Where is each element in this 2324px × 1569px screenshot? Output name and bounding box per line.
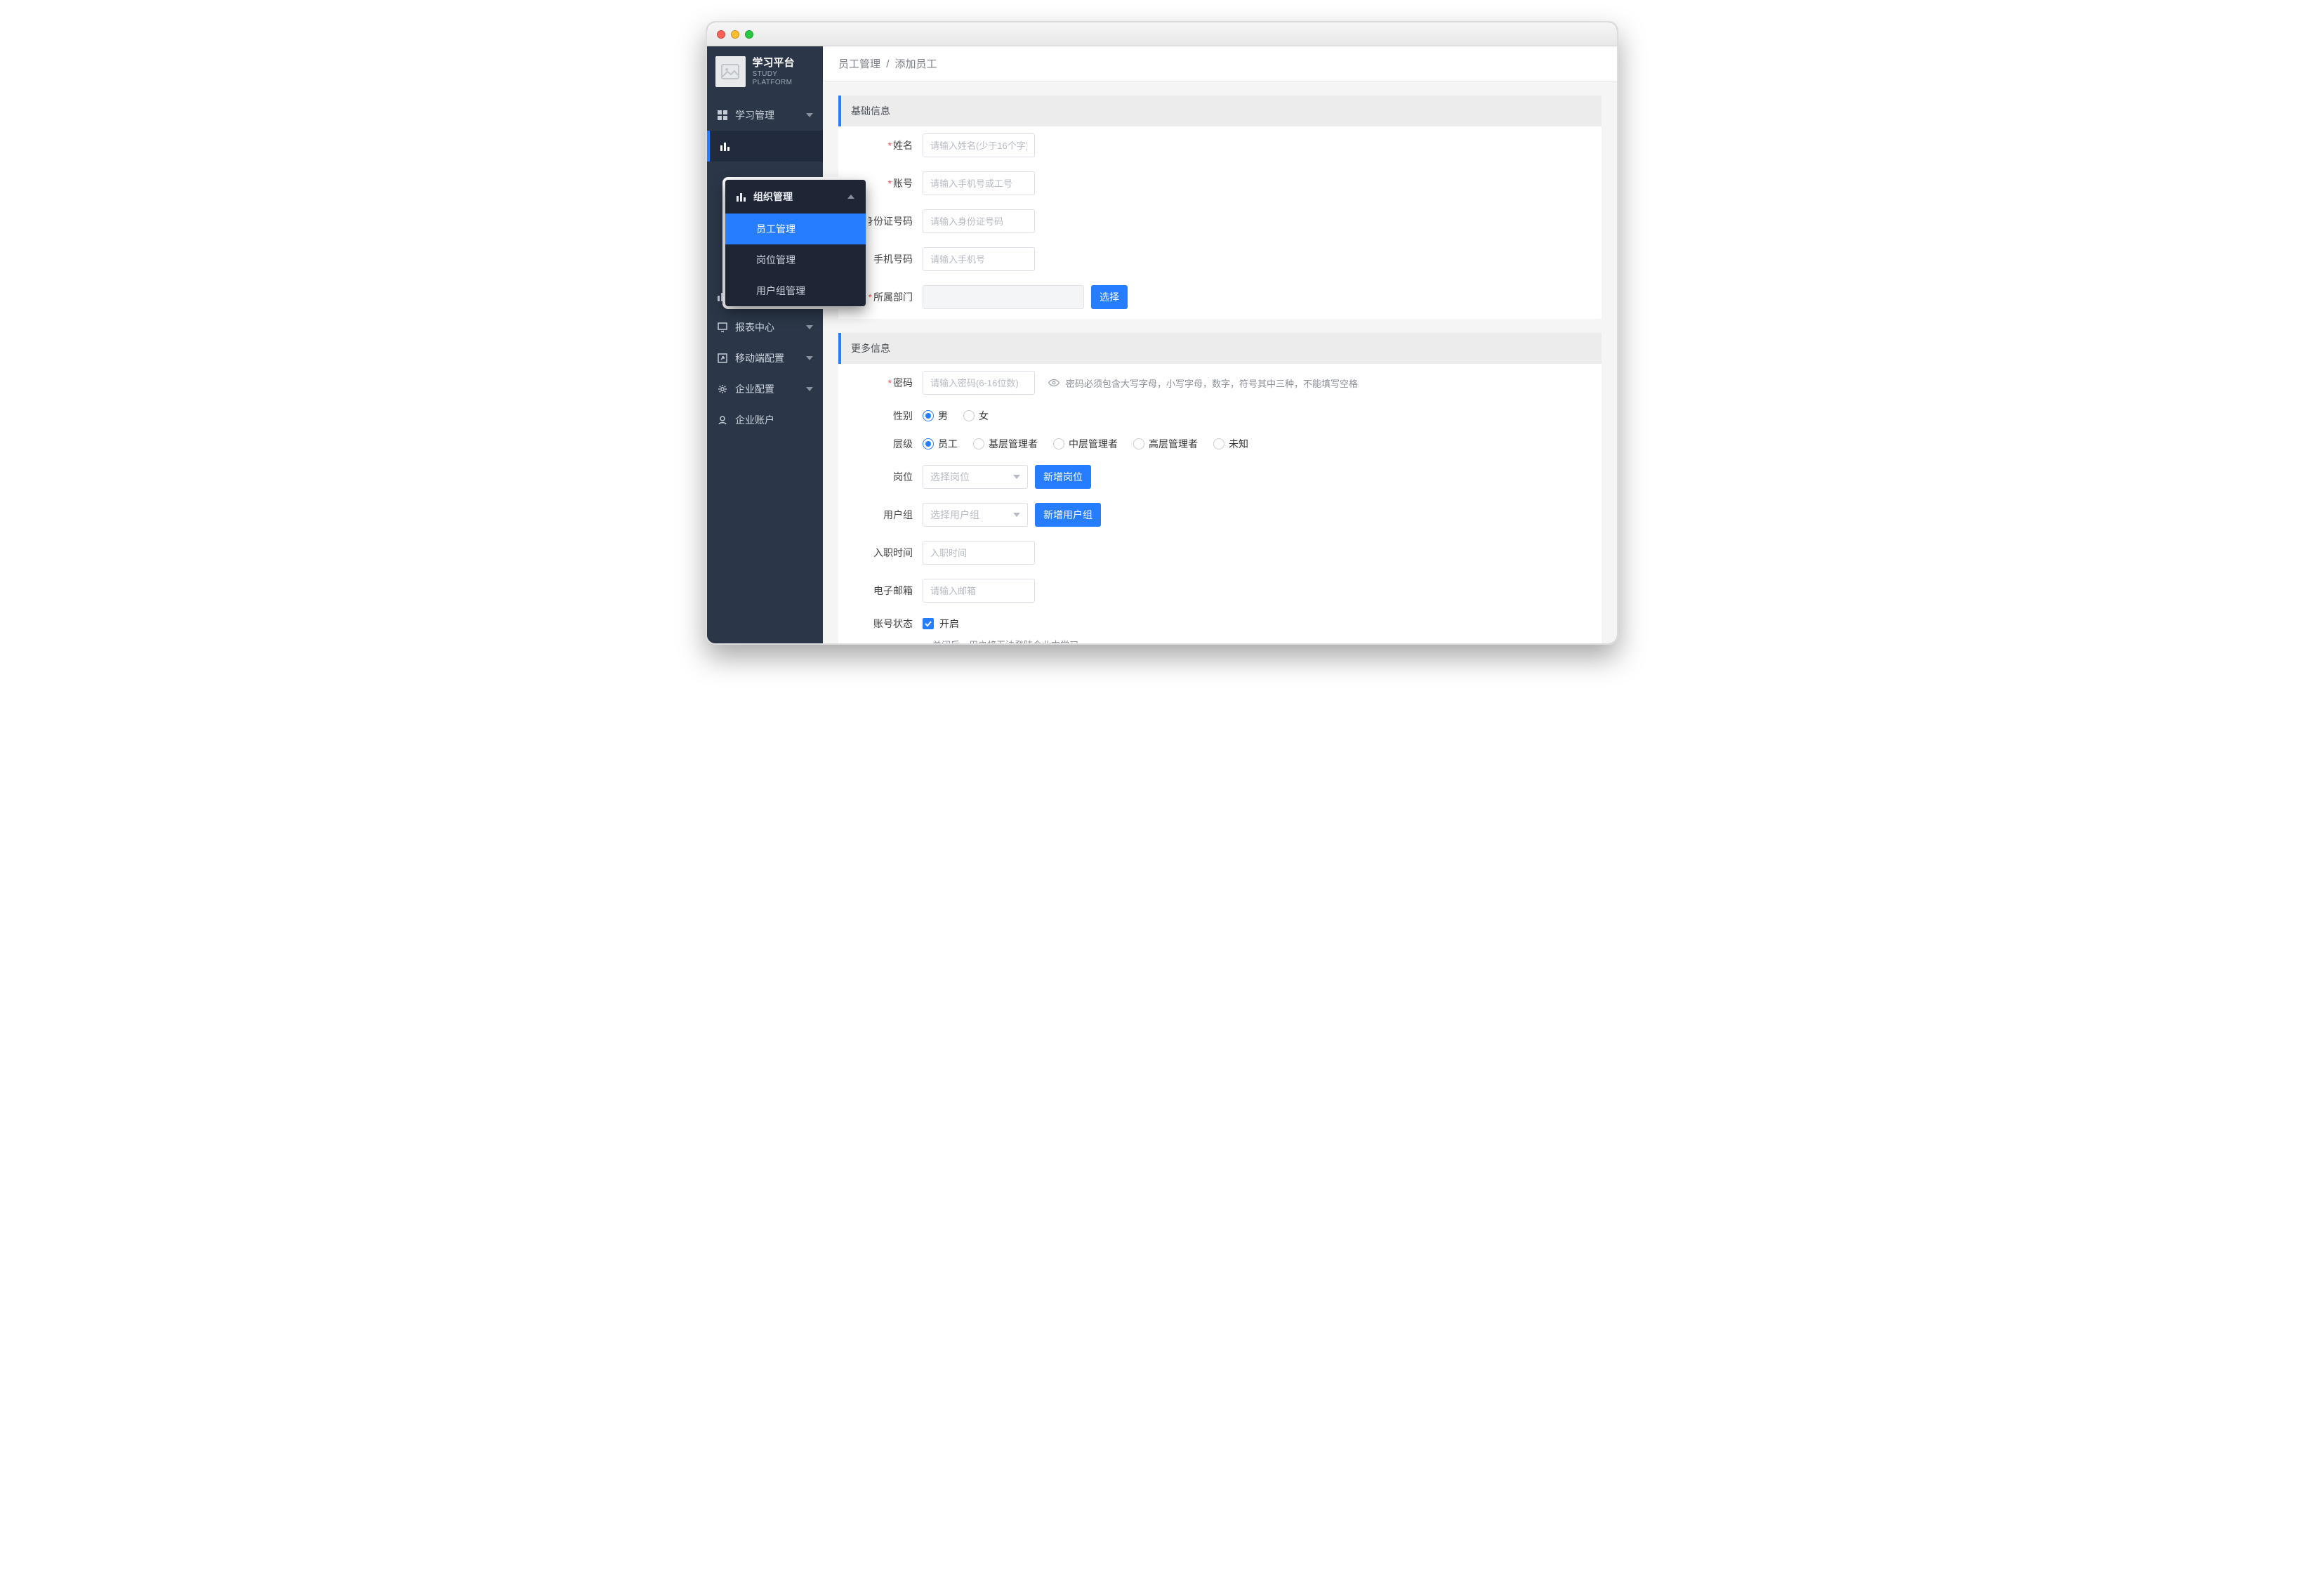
input-name[interactable] — [923, 133, 1035, 157]
input-joindate[interactable] — [923, 541, 1035, 565]
label-idcard: 身份证号码 — [864, 216, 913, 227]
grid-icon — [717, 110, 728, 121]
sidebar: 学习平台 STUDY PLATFORM 学习管理 组织管理 考试评估 报表中心 — [707, 46, 823, 643]
submenu-card: 组织管理 员工管理 岗位管理 用户组管理 — [725, 180, 866, 306]
label-status: 账号状态 — [873, 618, 913, 629]
select-usergroup[interactable]: 选择用户组 — [923, 503, 1028, 527]
brand-subtitle: STUDY PLATFORM — [753, 70, 815, 86]
submenu-item-post[interactable]: 岗位管理 — [725, 244, 866, 275]
breadcrumb: 员工管理 / 添加员工 — [823, 46, 1617, 81]
add-usergroup-button[interactable]: 新增用户组 — [1035, 503, 1101, 527]
nav-item-org[interactable]: 组织管理 — [707, 131, 823, 162]
input-idcard[interactable] — [923, 209, 1035, 233]
screen-icon — [717, 322, 728, 333]
input-dept — [923, 285, 1084, 309]
nav-label: 企业配置 — [735, 382, 774, 396]
main-content: 员工管理 / 添加员工 基础信息 *姓名 *账号 身份证号码 — [823, 46, 1617, 643]
chevron-down-icon — [1013, 513, 1020, 517]
brand: 学习平台 STUDY PLATFORM — [707, 46, 823, 100]
eye-icon — [1048, 376, 1060, 389]
label-password: 密码 — [893, 377, 913, 388]
select-dept-button[interactable]: 选择 — [1091, 285, 1128, 309]
nav-label: 移动端配置 — [735, 351, 784, 365]
nav-item-reports[interactable]: 报表中心 — [707, 312, 823, 343]
submenu-header[interactable]: 组织管理 — [725, 180, 866, 214]
section-header-more: 更多信息 — [838, 333, 1602, 364]
chevron-down-icon — [806, 325, 813, 329]
status-helper: 关闭后，用户将无法登陆企业中学习 — [838, 638, 1602, 643]
add-post-button[interactable]: 新增岗位 — [1035, 465, 1091, 489]
radio-gender-female[interactable]: 女 — [963, 409, 989, 423]
label-name: 姓名 — [893, 140, 913, 151]
radio-group-level: 员工 基层管理者 中层管理者 高层管理者 未知 — [923, 437, 1248, 451]
radio-level-0[interactable]: 员工 — [923, 437, 958, 451]
submenu-title: 组织管理 — [753, 190, 793, 204]
submenu-item-staff[interactable]: 员工管理 — [725, 214, 866, 244]
zoom-dot[interactable] — [745, 30, 753, 39]
mac-titlebar — [707, 22, 1617, 46]
input-email[interactable] — [923, 579, 1035, 603]
password-hint: 密码必须包含大写字母，小写字母，数字，符号其中三种，不能填写空格 — [1048, 376, 1358, 390]
nav-item-enterprise-config[interactable]: 企业配置 — [707, 374, 823, 405]
chevron-down-icon — [806, 387, 813, 391]
input-password[interactable] — [923, 371, 1035, 395]
nav-label: 学习管理 — [735, 108, 774, 122]
nav-item-enterprise-account[interactable]: 企业账户 — [707, 405, 823, 435]
label-group: 用户组 — [883, 509, 913, 520]
bar-icon — [737, 192, 746, 202]
close-dot[interactable] — [717, 30, 725, 39]
input-phone[interactable] — [923, 247, 1035, 271]
brand-logo — [715, 56, 746, 87]
label-joindate: 入职时间 — [873, 547, 913, 558]
minimize-dot[interactable] — [731, 30, 739, 39]
nav-label: 企业账户 — [735, 413, 774, 427]
label-account: 账号 — [893, 178, 913, 189]
gear-icon — [717, 383, 728, 395]
brand-title: 学习平台 — [753, 57, 815, 69]
user-icon — [717, 414, 728, 426]
crumb-second: 添加员工 — [895, 58, 937, 70]
checkbox-status[interactable]: 开启 — [923, 617, 959, 631]
label-level: 层级 — [893, 438, 913, 449]
app-window: 学习平台 STUDY PLATFORM 学习管理 组织管理 考试评估 报表中心 — [706, 21, 1618, 645]
chevron-down-icon — [1013, 475, 1020, 479]
label-gender: 性别 — [893, 410, 913, 421]
external-icon — [717, 353, 728, 364]
nav-item-study[interactable]: 学习管理 — [707, 100, 823, 131]
radio-level-1[interactable]: 基层管理者 — [973, 437, 1038, 451]
panel-basic: 基础信息 *姓名 *账号 身份证号码 手机号码 — [838, 96, 1602, 319]
nav-item-mobile[interactable]: 移动端配置 — [707, 343, 823, 374]
label-phone: 手机号码 — [873, 254, 913, 265]
chevron-up-icon — [847, 195, 854, 199]
radio-gender-male[interactable]: 男 — [923, 409, 948, 423]
radio-level-4[interactable]: 未知 — [1213, 437, 1248, 451]
submenu-item-usergroup[interactable]: 用户组管理 — [725, 275, 866, 306]
radio-group-gender: 男 女 — [923, 409, 989, 423]
radio-level-2[interactable]: 中层管理者 — [1053, 437, 1118, 451]
label-dept: 所属部门 — [873, 291, 913, 303]
crumb-sep: / — [886, 58, 889, 70]
nav-label: 报表中心 — [735, 320, 774, 334]
radio-level-3[interactable]: 高层管理者 — [1133, 437, 1198, 451]
input-account[interactable] — [923, 171, 1035, 195]
label-email: 电子邮箱 — [873, 585, 913, 596]
chevron-down-icon — [806, 113, 813, 117]
label-post: 岗位 — [893, 471, 913, 482]
crumb-first[interactable]: 员工管理 — [838, 58, 880, 70]
bar-icon — [720, 140, 731, 152]
panel-more: 更多信息 *密码 密码必须包含大写字母，小写字母，数字，符号其中三种，不能填写空… — [838, 333, 1602, 643]
chevron-down-icon — [806, 356, 813, 360]
select-post[interactable]: 选择岗位 — [923, 465, 1028, 489]
section-header-basic: 基础信息 — [838, 96, 1602, 126]
